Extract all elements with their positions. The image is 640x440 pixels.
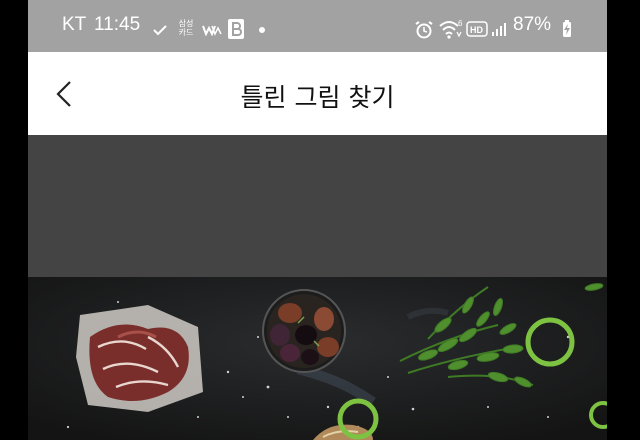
samsung-card-icon: 삼성 카드: [178, 19, 194, 37]
alarm-icon: [415, 21, 433, 39]
check-icon: [153, 25, 167, 36]
b-app-icon: [228, 19, 244, 39]
battery-percent: 87%: [513, 14, 552, 35]
left-edge: [0, 0, 28, 440]
puzzle-image[interactable]: [28, 277, 607, 440]
olive-bowl: [262, 289, 346, 373]
w-app-icon: [202, 25, 222, 36]
food-photo: [28, 277, 607, 440]
signal-icon: [492, 23, 506, 36]
hd-icon: HD: [466, 21, 488, 37]
page-title: 틀린 그림 찾기: [240, 83, 395, 112]
clock: 11:45: [94, 14, 141, 35]
status-bar: KT 11:45 삼성 카드 6 HD 87%: [28, 0, 607, 52]
app-bar: 틀린 그림 찾기: [28, 52, 607, 135]
svg-text:6: 6: [458, 19, 463, 28]
wifi-6-icon: 6: [439, 19, 463, 39]
right-edge: [607, 0, 640, 440]
svg-text:HD: HD: [470, 25, 483, 35]
phone-screen: KT 11:45 삼성 카드 6 HD 87% 틀린 그림 찾기: [28, 0, 607, 440]
battery-charging-icon: [563, 20, 571, 37]
banner-area: [28, 135, 607, 277]
dot-icon: [259, 27, 265, 33]
meat-on-paper: [76, 305, 203, 412]
carrier-label: KT: [62, 14, 87, 35]
